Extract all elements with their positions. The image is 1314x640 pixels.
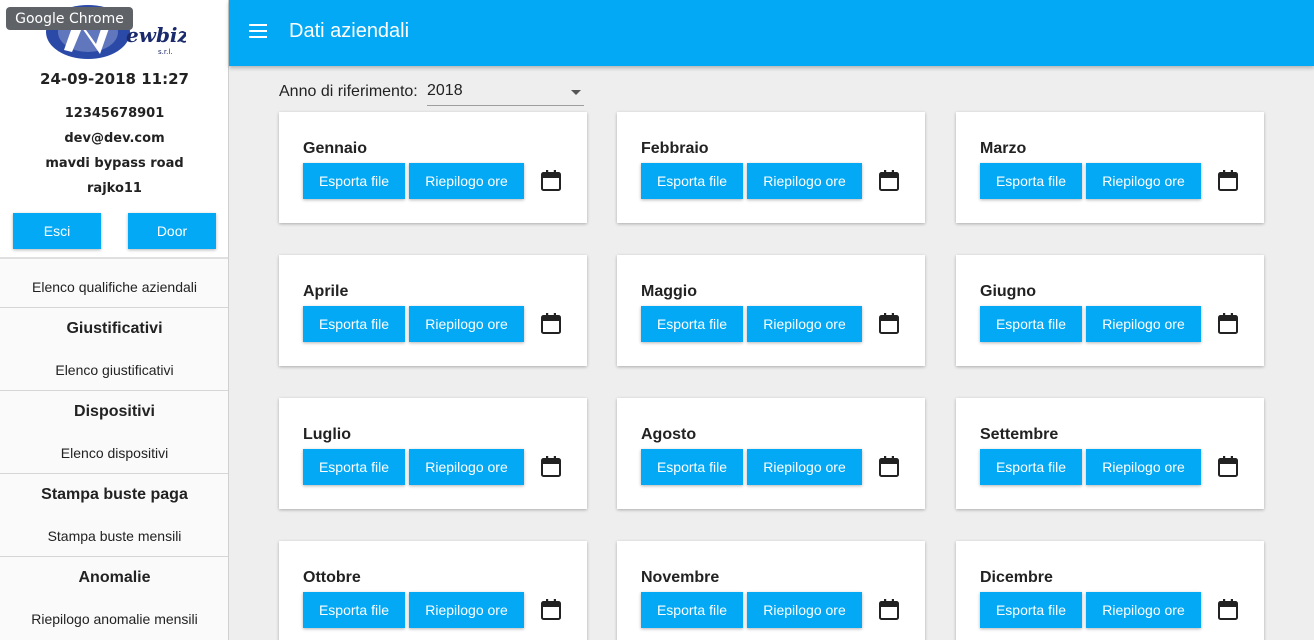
- divider: [0, 390, 228, 391]
- month-card: Ottobre Esporta file Riepilogo ore: [279, 541, 587, 640]
- month-card: Giugno Esporta file Riepilogo ore: [956, 255, 1264, 366]
- month-card: Agosto Esporta file Riepilogo ore: [617, 398, 925, 509]
- sidebar-item-qualifiche[interactable]: Elenco qualifiche aziendali: [0, 279, 228, 295]
- export-file-button[interactable]: Esporta file: [303, 449, 405, 485]
- hours-summary-button[interactable]: Riepilogo ore: [1086, 449, 1201, 485]
- calendar-icon[interactable]: [879, 169, 899, 191]
- month-card: Novembre Esporta file Riepilogo ore: [617, 541, 925, 640]
- export-file-button[interactable]: Esporta file: [980, 449, 1082, 485]
- month-name: Ottobre: [303, 569, 361, 586]
- hours-summary-button[interactable]: Riepilogo ore: [747, 163, 862, 199]
- month-card: Maggio Esporta file Riepilogo ore: [617, 255, 925, 366]
- month-card: Settembre Esporta file Riepilogo ore: [956, 398, 1264, 509]
- export-file-button[interactable]: Esporta file: [641, 592, 743, 628]
- month-name: Giugno: [980, 283, 1036, 300]
- month-name: Maggio: [641, 283, 697, 300]
- section-title-giustificativi: Giustificativi: [66, 320, 163, 337]
- year-value: 2018: [427, 82, 463, 99]
- section-title-dispositivi: Dispositivi: [74, 403, 155, 420]
- hours-summary-button[interactable]: Riepilogo ore: [747, 592, 862, 628]
- month-card: Febbraio Esporta file Riepilogo ore: [617, 112, 925, 223]
- sidebar-item-giustificativi[interactable]: Elenco giustificativi: [0, 362, 228, 378]
- month-name: Marzo: [980, 140, 1027, 157]
- month-card: Dicembre Esporta file Riepilogo ore: [956, 541, 1264, 640]
- sidebar-header: ewbiz s.r.l. Google Chrome 24-09-2018 11…: [0, 0, 228, 259]
- month-name: Febbraio: [641, 140, 709, 157]
- month-card: Luglio Esporta file Riepilogo ore: [279, 398, 587, 509]
- sidebar-item-anomalie[interactable]: Riepilogo anomalie mensili: [0, 611, 228, 627]
- user-code: 12345678901: [64, 106, 165, 121]
- calendar-icon[interactable]: [879, 312, 899, 334]
- hours-summary-button[interactable]: Riepilogo ore: [747, 449, 862, 485]
- browser-tooltip: Google Chrome: [6, 7, 133, 30]
- month-name: Luglio: [303, 426, 351, 443]
- calendar-icon[interactable]: [541, 312, 561, 334]
- hours-summary-button[interactable]: Riepilogo ore: [747, 306, 862, 342]
- hours-summary-button[interactable]: Riepilogo ore: [409, 306, 524, 342]
- hours-summary-button[interactable]: Riepilogo ore: [1086, 306, 1201, 342]
- export-file-button[interactable]: Esporta file: [980, 306, 1082, 342]
- divider: [0, 556, 228, 557]
- user-address: mavdi bypass road: [45, 156, 184, 171]
- door-button[interactable]: Door: [128, 213, 216, 249]
- year-select[interactable]: 2018: [427, 80, 584, 106]
- year-label: Anno di riferimento:: [279, 83, 418, 100]
- user-username: rajko11: [87, 181, 142, 196]
- logo-text: ewbiz: [126, 23, 186, 47]
- sidebar-item-stampa[interactable]: Stampa buste mensili: [0, 528, 228, 544]
- calendar-icon[interactable]: [1218, 455, 1238, 477]
- month-card: Aprile Esporta file Riepilogo ore: [279, 255, 587, 366]
- month-card: Marzo Esporta file Riepilogo ore: [956, 112, 1264, 223]
- month-name: Gennaio: [303, 140, 368, 157]
- current-datetime: 24-09-2018 11:27: [40, 70, 189, 88]
- calendar-icon[interactable]: [879, 455, 899, 477]
- dropdown-arrow-icon: [571, 90, 581, 95]
- calendar-icon[interactable]: [541, 455, 561, 477]
- export-file-button[interactable]: Esporta file: [303, 592, 405, 628]
- sidebar: ewbiz s.r.l. Google Chrome 24-09-2018 11…: [0, 0, 229, 640]
- month-name: Novembre: [641, 569, 720, 586]
- export-file-button[interactable]: Esporta file: [303, 163, 405, 199]
- export-file-button[interactable]: Esporta file: [303, 306, 405, 342]
- exit-button[interactable]: Esci: [13, 213, 101, 249]
- calendar-icon[interactable]: [1218, 598, 1238, 620]
- hours-summary-button[interactable]: Riepilogo ore: [409, 163, 524, 199]
- month-name: Dicembre: [980, 569, 1053, 586]
- export-file-button[interactable]: Esporta file: [980, 592, 1082, 628]
- month-name: Settembre: [980, 426, 1059, 443]
- hours-summary-button[interactable]: Riepilogo ore: [1086, 163, 1201, 199]
- page-title: Dati aziendali: [289, 20, 410, 42]
- user-email: dev@dev.com: [64, 131, 165, 146]
- section-title-anomalie: Anomalie: [78, 569, 151, 586]
- section-title-stampa: Stampa buste paga: [41, 486, 188, 503]
- export-file-button[interactable]: Esporta file: [980, 163, 1082, 199]
- export-file-button[interactable]: Esporta file: [641, 449, 743, 485]
- export-file-button[interactable]: Esporta file: [641, 163, 743, 199]
- month-name: Aprile: [303, 283, 349, 300]
- hours-summary-button[interactable]: Riepilogo ore: [1086, 592, 1201, 628]
- calendar-icon[interactable]: [879, 598, 899, 620]
- app-bar: Dati aziendali: [229, 0, 1314, 66]
- hours-summary-button[interactable]: Riepilogo ore: [409, 449, 524, 485]
- calendar-icon[interactable]: [1218, 169, 1238, 191]
- divider: [0, 307, 228, 308]
- sidebar-item-dispositivi[interactable]: Elenco dispositivi: [0, 445, 228, 461]
- month-card: Gennaio Esporta file Riepilogo ore: [279, 112, 587, 223]
- calendar-icon[interactable]: [541, 598, 561, 620]
- export-file-button[interactable]: Esporta file: [641, 306, 743, 342]
- logo-subtext: s.r.l.: [158, 48, 173, 56]
- divider: [0, 473, 228, 474]
- calendar-icon[interactable]: [1218, 312, 1238, 334]
- month-name: Agosto: [641, 426, 697, 443]
- calendar-icon[interactable]: [541, 169, 561, 191]
- menu-icon[interactable]: [249, 24, 267, 38]
- hours-summary-button[interactable]: Riepilogo ore: [409, 592, 524, 628]
